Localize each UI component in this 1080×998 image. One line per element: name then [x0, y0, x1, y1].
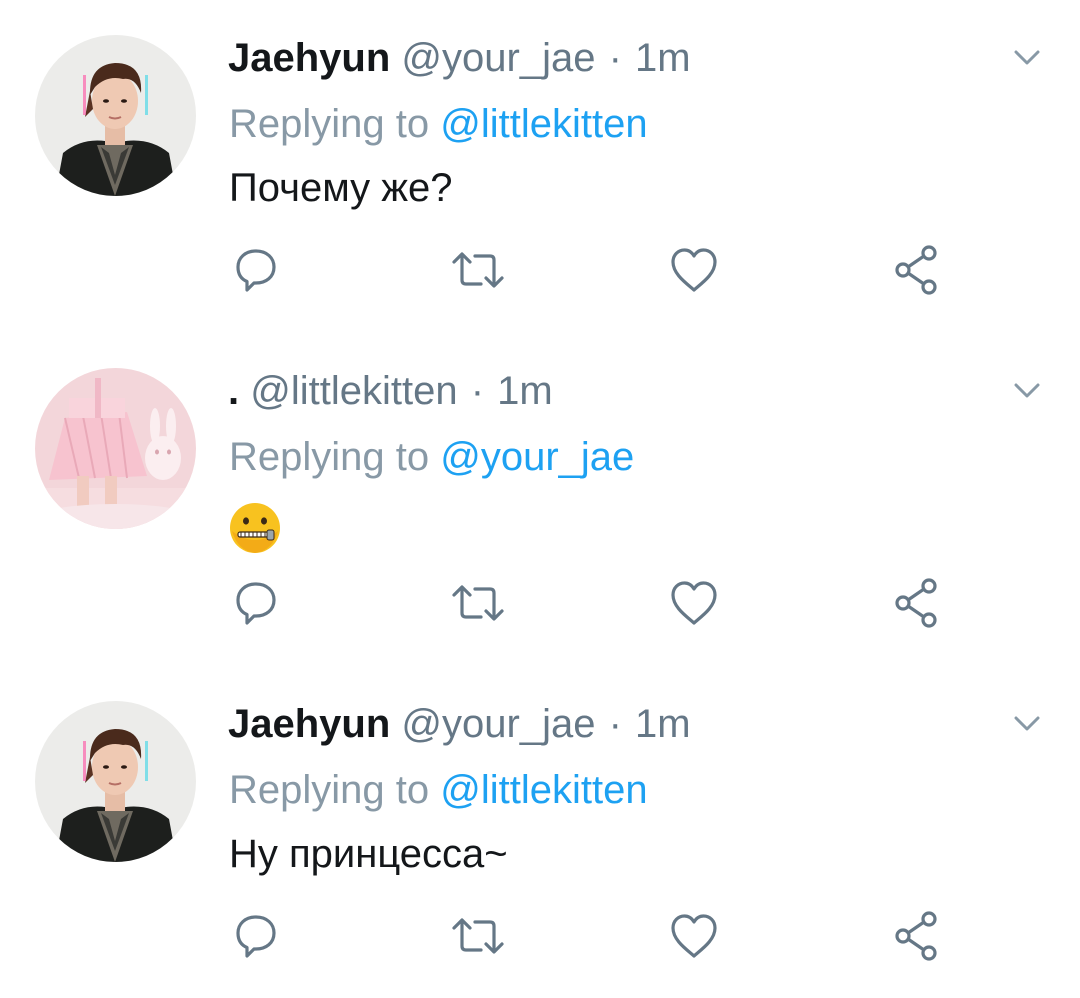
tweet-header: Jaehyun @your_jae · 1m [228, 34, 691, 82]
replying-prefix: Replying to [229, 102, 430, 146]
retweet-icon[interactable] [448, 240, 508, 300]
tweet-header: . @littlekitten · 1m [228, 367, 553, 415]
reply-icon[interactable] [226, 906, 286, 966]
replying-to: Replying to @littlekitten [229, 100, 648, 148]
author-handle[interactable]: @your_jae [401, 702, 595, 746]
replying-to: Replying to @littlekitten [229, 766, 648, 814]
tweet-actions [0, 906, 1080, 966]
chevron-down-icon[interactable] [1012, 46, 1042, 70]
heart-icon[interactable] [664, 240, 724, 300]
replying-prefix: Replying to [229, 768, 430, 812]
author-name[interactable]: . [228, 369, 239, 413]
reply-icon[interactable] [226, 573, 286, 633]
separator: · [608, 36, 622, 80]
timestamp[interactable]: 1m [635, 36, 691, 80]
author-handle[interactable]: @your_jae [401, 36, 595, 80]
tweet[interactable]: . @littlekitten · 1m Replying to @your_j… [0, 333, 1080, 665]
separator: · [608, 702, 622, 746]
author-name[interactable]: Jaehyun [228, 702, 390, 746]
jaehyun-avatar-image [35, 35, 196, 196]
retweet-icon[interactable] [448, 573, 508, 633]
tweet-text: Ну принцесса~ [229, 832, 508, 876]
avatar[interactable] [35, 368, 196, 529]
timestamp[interactable]: 1m [635, 702, 691, 746]
mention-link[interactable]: @littlekitten [440, 102, 647, 146]
share-icon[interactable] [886, 906, 946, 966]
replying-prefix: Replying to [229, 435, 430, 479]
chevron-down-icon[interactable] [1012, 712, 1042, 736]
tweet-header: Jaehyun @your_jae · 1m [228, 700, 691, 748]
mention-link[interactable]: @your_jae [440, 435, 634, 479]
author-handle[interactable]: @littlekitten [250, 369, 457, 413]
avatar[interactable] [35, 701, 196, 862]
heart-icon[interactable] [664, 906, 724, 966]
tweet-actions [0, 573, 1080, 633]
tweet-actions [0, 240, 1080, 300]
timestamp[interactable]: 1m [497, 369, 553, 413]
heart-icon[interactable] [664, 573, 724, 633]
tweet[interactable]: Jaehyun @your_jae · 1m Replying to @litt… [0, 0, 1080, 332]
share-icon[interactable] [886, 573, 946, 633]
jaehyun-avatar-image [35, 701, 196, 862]
chevron-down-icon[interactable] [1012, 379, 1042, 403]
reply-icon[interactable] [226, 240, 286, 300]
share-icon[interactable] [886, 240, 946, 300]
mention-link[interactable]: @littlekitten [440, 768, 647, 812]
zipper-mouth-face-icon [228, 501, 282, 555]
avatar[interactable] [35, 35, 196, 196]
littlekitten-avatar-image [35, 368, 196, 529]
tweet[interactable]: Jaehyun @your_jae · 1m Replying to @litt… [0, 666, 1080, 998]
author-name[interactable]: Jaehyun [228, 36, 390, 80]
tweet-text: Почему же? [229, 166, 453, 210]
replying-to: Replying to @your_jae [229, 433, 634, 481]
retweet-icon[interactable] [448, 906, 508, 966]
separator: · [470, 369, 485, 413]
